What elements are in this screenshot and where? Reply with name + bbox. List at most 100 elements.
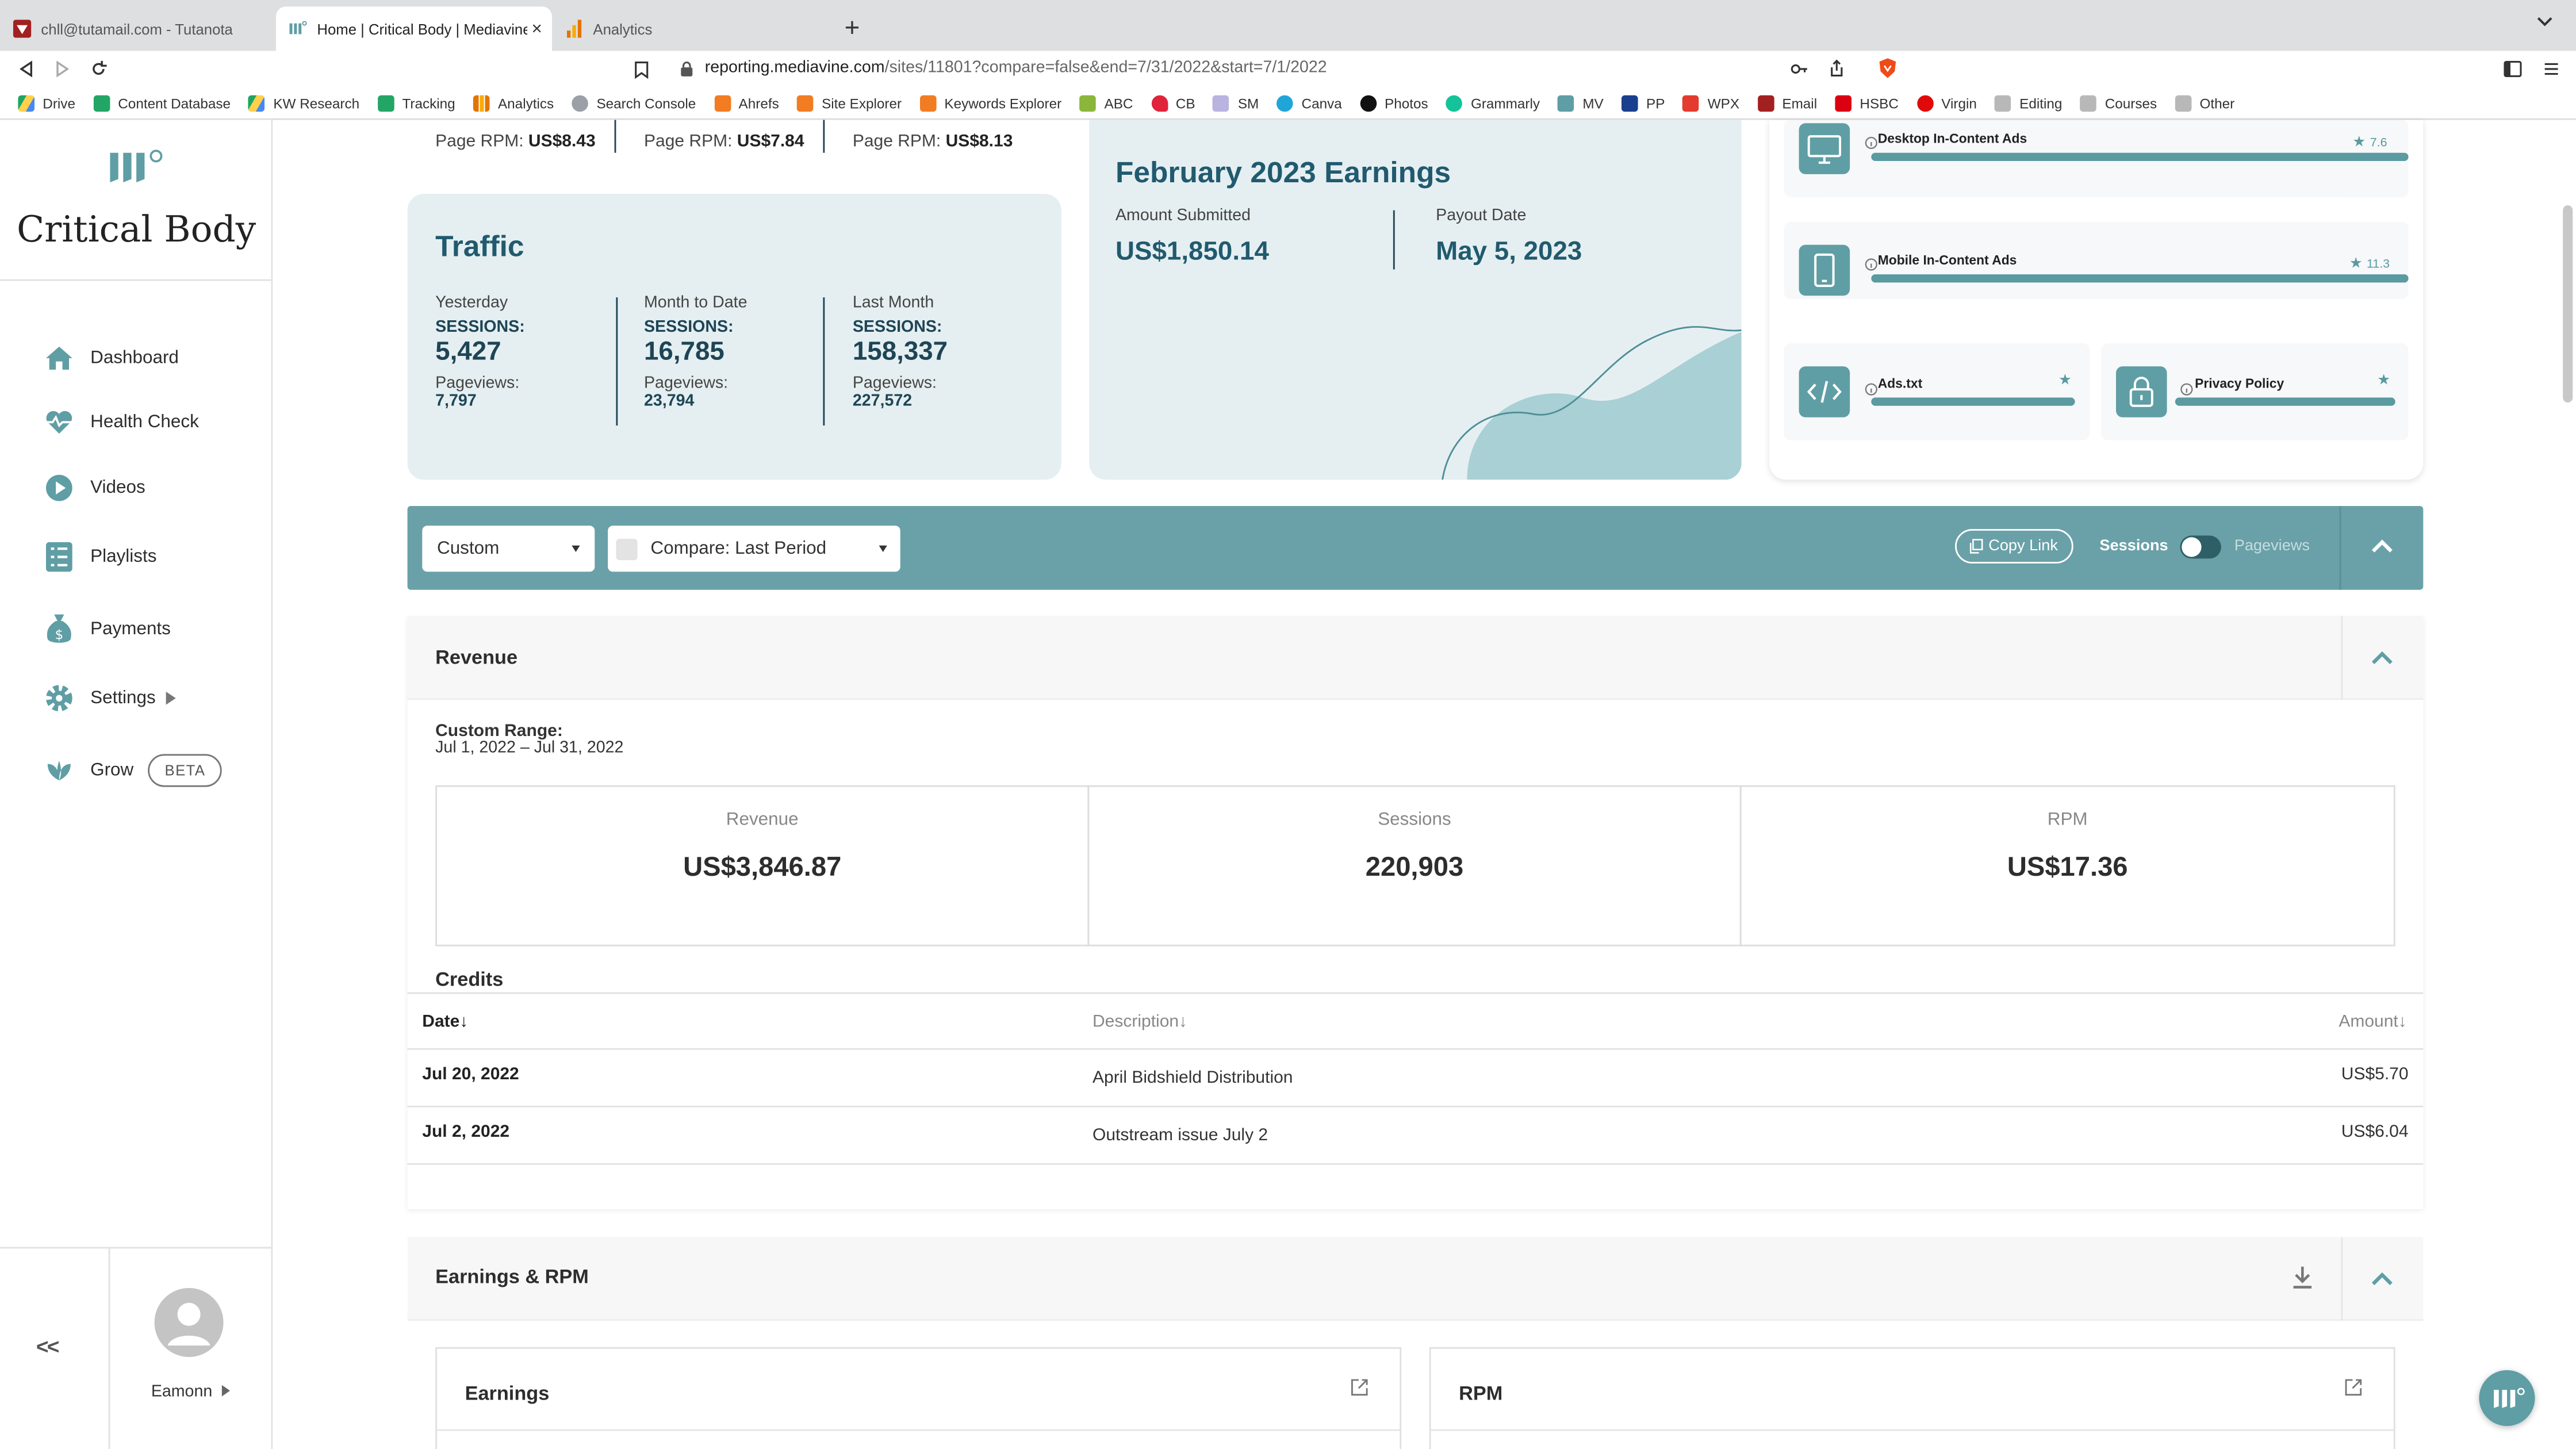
bookmark-wpx[interactable]: WPX bbox=[1682, 94, 1739, 111]
download-icon[interactable] bbox=[2292, 1265, 2313, 1290]
bookmark-cb[interactable]: CB bbox=[1151, 94, 1195, 111]
collapse-chevron-up-icon[interactable] bbox=[2371, 1271, 2394, 1286]
forward-icon[interactable] bbox=[54, 60, 71, 78]
desktop-ads-item[interactable]: Desktop In-Content Ads ★ 7.6 bbox=[1784, 120, 2409, 197]
folder-icon bbox=[1995, 94, 2011, 111]
browser-tab-tutanota[interactable]: chll@tutamail.com - Tutanota bbox=[0, 6, 276, 51]
bookmark-tracking[interactable]: Tracking bbox=[377, 94, 455, 111]
privacy-policy-item[interactable]: Privacy Policy ★ bbox=[2101, 343, 2409, 440]
reload-icon[interactable] bbox=[90, 60, 107, 78]
tab-list-chevron-icon[interactable] bbox=[2536, 15, 2553, 28]
bookmark-canva[interactable]: Canva bbox=[1276, 94, 1342, 111]
playlist-icon bbox=[46, 542, 72, 572]
menu-icon[interactable] bbox=[2543, 61, 2560, 78]
bookmark-email[interactable]: Email bbox=[1757, 94, 1817, 111]
bookmark-pp[interactable]: PP bbox=[1621, 94, 1665, 111]
info-icon[interactable] bbox=[2180, 383, 2193, 396]
hsbc-icon bbox=[1835, 94, 1852, 111]
info-icon[interactable] bbox=[1865, 258, 1878, 271]
compare-select[interactable]: Compare: Last Period bbox=[608, 526, 900, 572]
help-chat-button[interactable] bbox=[2479, 1370, 2535, 1426]
virgin-icon bbox=[1916, 94, 1933, 111]
sidebar-item-grow[interactable]: Grow BETA bbox=[0, 746, 273, 795]
bookmark-search-console[interactable]: Search Console bbox=[572, 94, 696, 111]
url-field[interactable]: reporting.mediavine.com/sites/11801?comp… bbox=[705, 59, 1327, 77]
revenue-header[interactable]: Revenue bbox=[407, 616, 2424, 700]
sidebar-item-health-check[interactable]: Health Check bbox=[0, 397, 273, 447]
bookmark-courses[interactable]: Courses bbox=[2080, 94, 2157, 111]
table-row: Jul 20, 2022 April Bidshield Distributio… bbox=[407, 1050, 2424, 1107]
sidebar-divider bbox=[0, 279, 273, 281]
bookmark-virgin[interactable]: Virgin bbox=[1916, 94, 1977, 111]
copy-link-button[interactable]: Copy Link bbox=[1955, 529, 2073, 564]
desktop-icon bbox=[1799, 123, 1850, 174]
scrollbar-thumb[interactable] bbox=[2563, 205, 2573, 402]
mobile-ads-item[interactable]: Mobile In-Content Ads ★ 11.3 bbox=[1784, 221, 2409, 299]
bookmark-hsbc[interactable]: HSBC bbox=[1835, 94, 1899, 111]
ads-txt-item[interactable]: Ads.txt ★ bbox=[1784, 343, 2090, 440]
info-icon[interactable] bbox=[1865, 383, 1878, 396]
sidebar-item-dashboard[interactable]: Dashboard bbox=[0, 334, 273, 383]
user-name: Eamonn bbox=[151, 1383, 213, 1402]
earnings-rpm-header[interactable]: Earnings & RPM bbox=[407, 1237, 2424, 1321]
bookmark-site-explorer[interactable]: Site Explorer bbox=[797, 94, 902, 111]
tutanota-icon bbox=[13, 20, 32, 38]
wave-decoration-icon bbox=[1442, 326, 1742, 480]
sessions-pageviews-toggle[interactable] bbox=[2180, 535, 2221, 559]
back-icon[interactable] bbox=[18, 60, 34, 78]
bookmark-icon[interactable] bbox=[634, 61, 649, 79]
bookmark-photos[interactable]: Photos bbox=[1360, 94, 1428, 111]
bookmark-keywords-explorer[interactable]: Keywords Explorer bbox=[919, 94, 1061, 111]
open-external-icon[interactable] bbox=[2344, 1378, 2362, 1396]
bookmark-other[interactable]: Other bbox=[2175, 94, 2234, 111]
bookmark-mv[interactable]: MV bbox=[1558, 94, 1604, 111]
browser-tab-analytics[interactable]: Analytics bbox=[552, 6, 828, 51]
mobile-ads-label: Mobile In-Content Ads bbox=[1877, 253, 2017, 268]
browser-tab-mediavine[interactable]: Home | Critical Body | Mediavine × bbox=[276, 6, 552, 51]
sidebar-item-settings[interactable]: Settings bbox=[0, 673, 273, 723]
bookmark-analytics[interactable]: Analytics bbox=[473, 94, 554, 111]
avatar-icon[interactable] bbox=[154, 1288, 224, 1357]
address-bar: reporting.mediavine.com/sites/11801?comp… bbox=[0, 51, 2576, 87]
collapse-chevron-up-icon[interactable] bbox=[2371, 539, 2394, 554]
rpm-divider bbox=[614, 120, 616, 153]
bookmark-content-database[interactable]: Content Database bbox=[93, 94, 231, 111]
sort-date-header[interactable]: Date↓ bbox=[422, 1012, 468, 1032]
credits-table-header: Date↓ Description↓ Amount↓ bbox=[407, 992, 2424, 1050]
key-icon[interactable] bbox=[1791, 61, 1808, 78]
brave-shield-icon[interactable] bbox=[1878, 57, 1897, 79]
url-host: reporting.mediavine.com bbox=[704, 59, 885, 78]
date-range-select[interactable]: Custom bbox=[422, 526, 595, 572]
custom-range-label: Custom Range: bbox=[435, 721, 563, 741]
sort-description-header[interactable]: Description↓ bbox=[1092, 1012, 1187, 1032]
new-tab-button[interactable]: + bbox=[845, 6, 860, 51]
folder-icon bbox=[2175, 94, 2192, 111]
lock-icon[interactable] bbox=[680, 61, 693, 78]
bookmark-sm[interactable]: SM bbox=[1213, 94, 1259, 111]
share-icon[interactable] bbox=[1828, 59, 1845, 77]
open-external-icon[interactable] bbox=[1351, 1378, 1368, 1396]
close-tab-icon[interactable]: × bbox=[531, 19, 542, 39]
bookmark-editing[interactable]: Editing bbox=[1995, 94, 2062, 111]
sort-amount-header[interactable]: Amount↓ bbox=[2339, 1012, 2406, 1032]
bookmark-drive[interactable]: Drive bbox=[18, 94, 75, 111]
kpi-sessions: Sessions 220,903 bbox=[1087, 785, 1742, 946]
table-row: Jul 2, 2022 Outstream issue July 2 US$6.… bbox=[407, 1107, 2424, 1165]
compare-checkbox[interactable] bbox=[616, 538, 638, 559]
info-icon[interactable] bbox=[1865, 136, 1878, 150]
sessions-toggle-label: Sessions bbox=[2099, 537, 2168, 555]
bookmark-kw-research[interactable]: KW Research bbox=[248, 94, 359, 111]
bookmark-grammarly[interactable]: Grammarly bbox=[1446, 94, 1540, 111]
user-menu[interactable]: Eamonn bbox=[109, 1383, 273, 1401]
collapse-sidebar-button[interactable]: << bbox=[36, 1334, 60, 1359]
caret-right-icon bbox=[165, 691, 175, 705]
filter-bar-divider bbox=[2339, 506, 2341, 590]
scrollbar-track[interactable] bbox=[2559, 120, 2576, 1449]
sidebar-item-payments[interactable]: $ Payments bbox=[0, 604, 273, 654]
bookmark-ahrefs[interactable]: Ahrefs bbox=[714, 94, 779, 111]
sidebar-item-videos[interactable]: Videos bbox=[0, 463, 273, 513]
collapse-chevron-up-icon[interactable] bbox=[2371, 650, 2394, 665]
sidebar-toggle-icon[interactable] bbox=[2504, 60, 2522, 78]
bookmark-abc[interactable]: ABC bbox=[1079, 94, 1133, 111]
sidebar-item-playlists[interactable]: Playlists bbox=[0, 532, 273, 582]
